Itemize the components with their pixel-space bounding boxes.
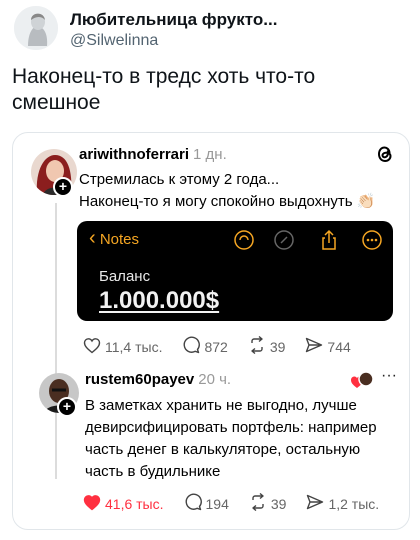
post1-text-line: Стремилась к этому 2 года... xyxy=(79,171,280,188)
repost-icon xyxy=(248,335,270,357)
share-button[interactable]: 1,2 тыс. xyxy=(306,493,379,514)
share-icon xyxy=(319,229,339,256)
heart-icon xyxy=(83,337,105,357)
repost-button[interactable]: 39 xyxy=(248,335,286,357)
share-count: 744 xyxy=(327,338,351,355)
share-count: 1,2 тыс. xyxy=(328,495,380,512)
share-circle-icon xyxy=(233,229,255,256)
post2-header: rustem60payev 20 ч. xyxy=(85,371,231,388)
follow-plus-icon[interactable]: + xyxy=(57,397,77,417)
share-button[interactable]: 744 xyxy=(305,336,351,357)
like-count: 11,4 тыс. xyxy=(105,338,163,355)
post1-header: ariwithnoferrari 1 дн. xyxy=(79,146,227,163)
post1-text: Стремилась к этому 2 года... Наконец-то … xyxy=(79,169,375,213)
embedded-threads-screenshot[interactable]: + ariwithnoferrari 1 дн. Стремилась к это… xyxy=(12,132,410,530)
balance-label: Баланс xyxy=(99,268,151,285)
thread-line xyxy=(55,203,57,479)
more-options-button[interactable]: ··· xyxy=(381,367,397,385)
comment-count: 194 xyxy=(205,495,229,512)
share-icon xyxy=(306,493,328,514)
post2-time: 20 ч. xyxy=(198,371,232,388)
tweet-text: Наконец-то в тредс хоть что-то смешное xyxy=(12,64,408,116)
author-handle[interactable]: @Silwelinna xyxy=(70,32,158,50)
repost-button[interactable]: 39 xyxy=(249,492,287,514)
markup-icon xyxy=(273,229,295,256)
tweet-text-line: смешное xyxy=(12,91,101,114)
comment-icon xyxy=(182,336,204,357)
post1-stats: 11,4 тыс. 872 39 744 xyxy=(83,335,371,357)
tweet-text-line: Наконец-то в тредс хоть что-то xyxy=(12,65,316,88)
more-circle-icon xyxy=(361,229,383,256)
post2-text-line: девирсифицировать портфель: например xyxy=(85,419,377,436)
comment-button[interactable]: 872 xyxy=(182,336,228,357)
repost-count: 39 xyxy=(269,338,286,355)
post1-username[interactable]: ariwithnoferrari xyxy=(79,146,189,163)
author-avatar[interactable] xyxy=(14,6,58,50)
post2-stats: 41,6 тыс. 194 39 1,2 тыс. xyxy=(83,492,399,514)
post2-username[interactable]: rustem60payev xyxy=(85,371,194,388)
repost-icon xyxy=(249,492,271,514)
like-button[interactable]: 11,4 тыс. xyxy=(83,337,162,357)
share-icon xyxy=(305,336,327,357)
comment-icon xyxy=(184,493,206,514)
notes-app-screenshot: ‹ Notes Баланс 1.000.000$ xyxy=(77,221,393,321)
comment-button[interactable]: 194 xyxy=(184,493,229,514)
post2-text-line: В заметках хранить не выгодно, лучше xyxy=(85,397,357,414)
post1-time: 1 дн. xyxy=(193,146,227,163)
like-button[interactable]: 41,6 тыс. xyxy=(83,494,164,514)
notes-back-button: ‹ Notes xyxy=(89,227,140,249)
post2-text-line: часть в будильнике xyxy=(85,463,221,480)
clap-emoji: 👏🏻 xyxy=(356,193,376,210)
author-name[interactable]: Любительница фрукто... xyxy=(70,10,277,30)
follow-plus-icon[interactable]: + xyxy=(53,177,73,197)
post2-text: В заметках хранить не выгодно, лучше дев… xyxy=(85,395,377,483)
post1-text-line: Наконец-то я могу спокойно выдохнуть xyxy=(79,193,353,210)
threads-logo-icon xyxy=(375,143,395,170)
post2-text-line: часть денег в калькуляторе, остальную xyxy=(85,441,361,458)
like-count: 41,6 тыс. xyxy=(105,495,164,512)
comment-count: 872 xyxy=(204,338,228,355)
liked-by-author-icon xyxy=(351,371,374,396)
tweet-author: Любительница фрукто... @Silwelinna xyxy=(14,6,414,50)
repost-count: 39 xyxy=(270,495,287,512)
balance-amount: 1.000.000$ xyxy=(99,287,220,314)
heart-filled-icon xyxy=(83,494,105,514)
notes-back-label: Notes xyxy=(99,231,140,248)
